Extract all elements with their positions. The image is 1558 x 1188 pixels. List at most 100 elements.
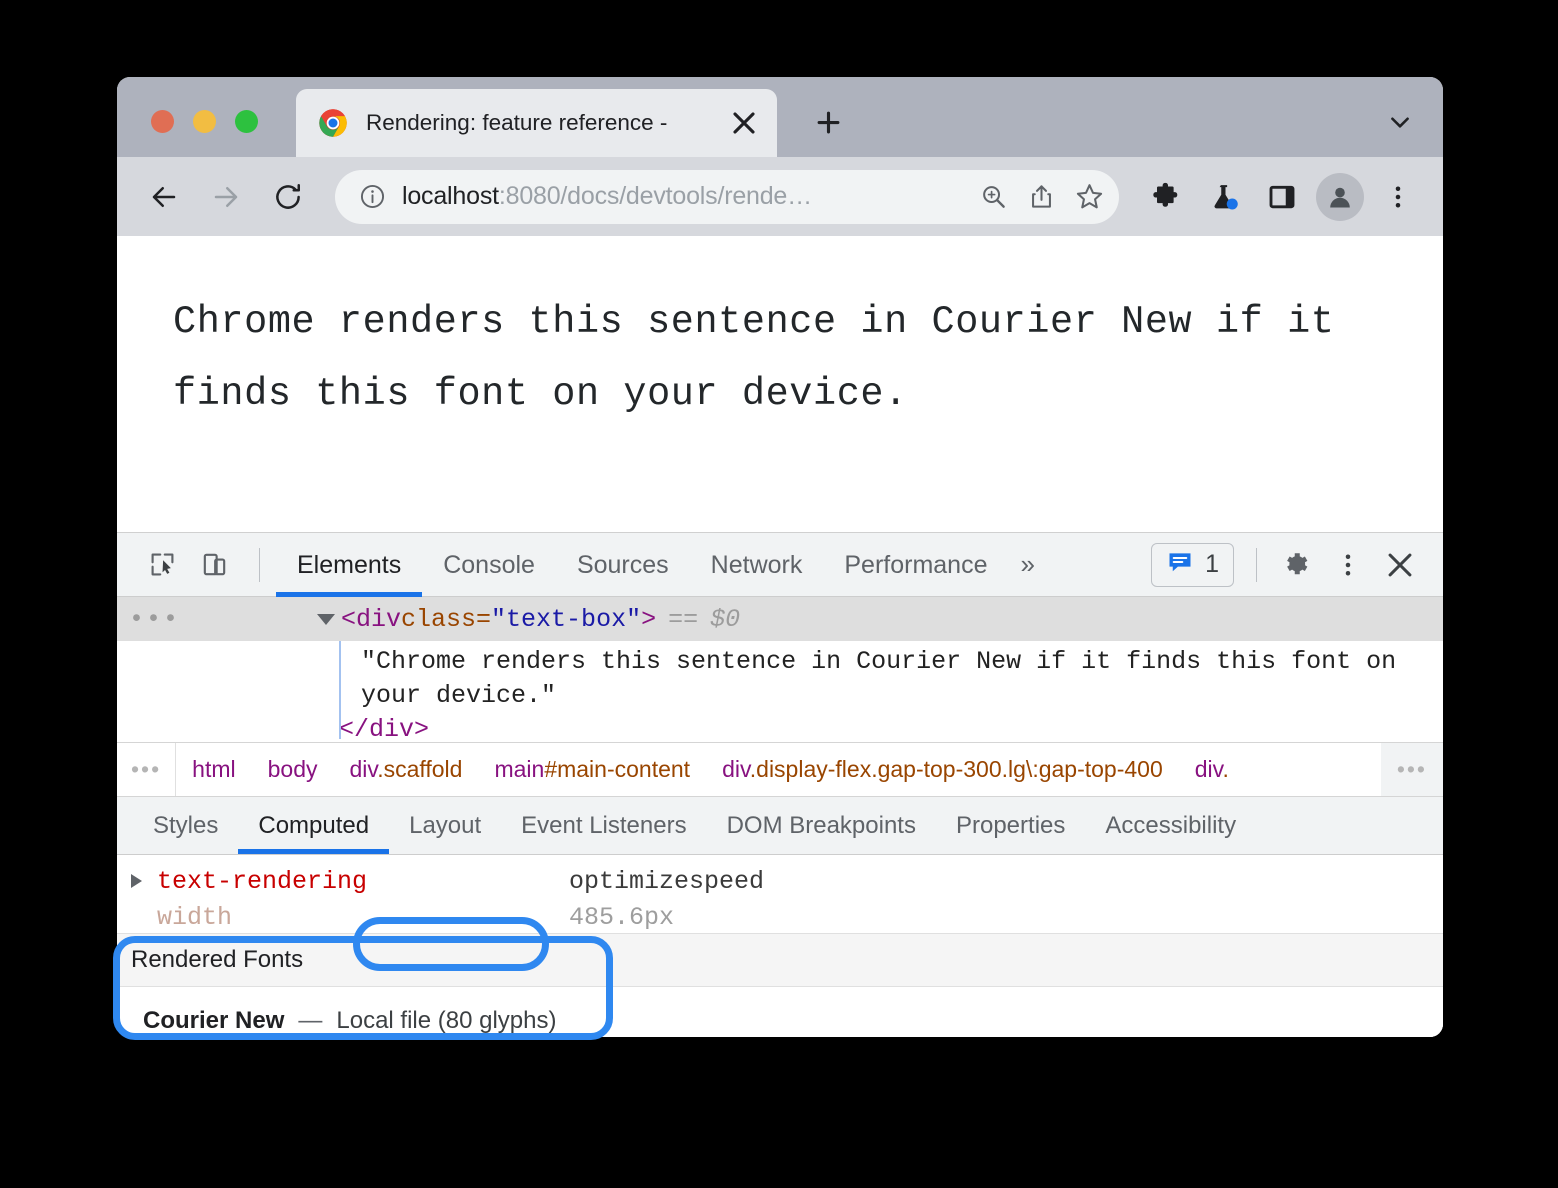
dom-text-node-line-1[interactable]: "Chrome renders this sentence in Courier… — [117, 645, 1443, 679]
address-bar-text: localhost:8080/docs/devtools/rende… — [402, 182, 969, 211]
breadcrumb-tag: main — [494, 756, 544, 782]
dom-open-tag: <div — [341, 605, 401, 634]
star-icon[interactable] — [1065, 173, 1113, 221]
breadcrumb-tag: div — [722, 756, 750, 782]
breadcrumb-overflow-right[interactable]: ••• — [1381, 743, 1443, 796]
computed-property-name: text-rendering — [157, 867, 569, 896]
tab-strip: Rendering: feature reference - — [117, 77, 1443, 157]
sidebar-pane-tabs: Styles Computed Layout Event Listeners D… — [117, 796, 1443, 855]
device-toolbar-icon[interactable] — [191, 542, 237, 588]
devtools-tab-bar: Elements Console Sources Network Perform… — [117, 533, 1443, 597]
computed-styles-list: text-rendering optimizespeed width 485.6… — [117, 855, 1443, 933]
tab-dom-breakpoints[interactable]: DOM Breakpoints — [707, 797, 936, 854]
info-circle-icon[interactable] — [359, 183, 386, 210]
browser-toolbar: localhost:8080/docs/devtools/rende… — [117, 157, 1443, 236]
breadcrumb-class: #main-content — [544, 756, 690, 782]
more-panels-button[interactable]: » — [1008, 549, 1046, 580]
dom-close-tag[interactable]: </div> — [117, 713, 1443, 742]
minimize-window-button[interactable] — [193, 110, 216, 133]
close-window-button[interactable] — [151, 110, 174, 133]
rendered-font-source: Local file (80 glyphs) — [336, 1007, 556, 1035]
breadcrumb-class: .scaffold — [377, 756, 462, 782]
breadcrumb-class: . — [1222, 756, 1228, 782]
dom-attr-eq: = — [476, 605, 491, 634]
three-dot-menu-icon[interactable] — [1373, 172, 1423, 222]
breadcrumb-item-div-truncated[interactable]: div. — [1179, 756, 1229, 783]
tab-network[interactable]: Network — [690, 533, 824, 597]
tab-performance[interactable]: Performance — [823, 533, 1008, 597]
rendered-fonts-entry: Courier New — Local file (80 glyphs) — [117, 987, 1443, 1037]
inspect-element-icon[interactable] — [139, 542, 185, 588]
breadcrumb: ••• html body div.scaffold main#main-con… — [117, 742, 1443, 796]
url-path: :8080/docs/devtools/rende… — [499, 182, 812, 210]
zoom-in-icon[interactable] — [969, 173, 1017, 221]
tab-title: Rendering: feature reference - — [366, 110, 723, 136]
breadcrumb-tag: html — [192, 756, 235, 782]
devtools-panel: Elements Console Sources Network Perform… — [117, 533, 1443, 1037]
computed-property-name: width — [157, 903, 569, 932]
page-sample-text: Chrome renders this sentence in Courier … — [173, 286, 1353, 430]
computed-property-row[interactable]: text-rendering optimizespeed — [117, 863, 1443, 899]
dom-equals-marker: == — [668, 605, 698, 634]
tab-sources[interactable]: Sources — [556, 533, 690, 597]
breadcrumb-overflow-left[interactable]: ••• — [117, 743, 176, 796]
chrome-logo-icon — [318, 108, 348, 138]
issues-counter-button[interactable]: 1 — [1151, 543, 1234, 587]
tab-styles[interactable]: Styles — [133, 797, 238, 854]
close-icon[interactable] — [1377, 542, 1423, 588]
toolbar-divider-2 — [1256, 548, 1257, 582]
dom-attr-value: "text-box" — [491, 605, 641, 634]
back-arrow-icon[interactable] — [139, 172, 189, 222]
issues-count: 1 — [1205, 550, 1219, 579]
tab-elements[interactable]: Elements — [276, 533, 422, 597]
tab-accessibility[interactable]: Accessibility — [1085, 797, 1256, 854]
issues-message-icon — [1166, 548, 1194, 581]
flask-icon[interactable] — [1199, 172, 1249, 222]
computed-property-value: 485.6px — [569, 903, 674, 932]
maximize-window-button[interactable] — [235, 110, 258, 133]
browser-tab[interactable]: Rendering: feature reference - — [296, 89, 777, 157]
breadcrumb-tag: div — [1195, 756, 1223, 782]
puzzle-piece-icon[interactable] — [1141, 172, 1191, 222]
dom-node-children: "Chrome renders this sentence in Courier… — [117, 641, 1443, 742]
collapse-triangle-icon[interactable] — [317, 614, 335, 625]
dom-text-node-line-2[interactable]: your device." — [117, 679, 1443, 713]
three-dot-menu-icon[interactable] — [1325, 542, 1371, 588]
rendered-font-dash: — — [298, 1007, 322, 1035]
breadcrumb-item-html[interactable]: html — [176, 756, 251, 783]
breadcrumb-item-div-scaffold[interactable]: div.scaffold — [334, 756, 479, 783]
breadcrumb-tag: div — [350, 756, 378, 782]
breadcrumb-item-div-display-flex[interactable]: div.display-flex.gap-top-300.lg\:gap-top… — [706, 756, 1179, 783]
tab-console[interactable]: Console — [422, 533, 556, 597]
chevron-down-icon[interactable] — [1377, 99, 1423, 145]
tab-computed[interactable]: Computed — [238, 797, 389, 854]
dom-selected-marker: $0 — [710, 605, 740, 634]
page-viewport: Chrome renders this sentence in Courier … — [117, 236, 1443, 533]
breadcrumb-item-body[interactable]: body — [252, 756, 334, 783]
new-tab-button[interactable] — [805, 99, 851, 145]
reload-icon[interactable] — [263, 172, 313, 222]
breadcrumb-tag: body — [268, 756, 318, 782]
address-bar[interactable]: localhost:8080/docs/devtools/rende… — [335, 170, 1119, 224]
rendered-fonts-header[interactable]: Rendered Fonts — [117, 933, 1443, 987]
browser-window: Rendering: feature reference - — [117, 77, 1443, 1037]
computed-property-row[interactable]: width 485.6px — [117, 899, 1443, 935]
dom-tree: ••• <div class="text-box">==$0 "Chrome r… — [117, 597, 1443, 742]
side-panel-icon[interactable] — [1257, 172, 1307, 222]
dom-gutter-ellipsis[interactable]: ••• — [117, 605, 217, 634]
breadcrumb-class: .display-flex.gap-top-300.lg\:gap-top-40… — [750, 756, 1163, 782]
account-avatar-icon[interactable] — [1315, 172, 1365, 222]
share-icon[interactable] — [1017, 173, 1065, 221]
breadcrumb-item-main-content[interactable]: main#main-content — [478, 756, 706, 783]
gear-icon[interactable] — [1273, 542, 1319, 588]
close-icon[interactable] — [723, 102, 765, 144]
sample-text-line-1: Chrome renders this sentence in Courier … — [173, 286, 1353, 358]
computed-property-value: optimizespeed — [569, 867, 764, 896]
tab-event-listeners[interactable]: Event Listeners — [501, 797, 706, 854]
dom-open-tag-end: > — [641, 605, 656, 634]
dom-selected-node[interactable]: ••• <div class="text-box">==$0 — [117, 597, 1443, 641]
tab-properties[interactable]: Properties — [936, 797, 1085, 854]
forward-arrow-icon — [201, 172, 251, 222]
tab-layout[interactable]: Layout — [389, 797, 501, 854]
expand-triangle-icon[interactable] — [131, 874, 157, 888]
